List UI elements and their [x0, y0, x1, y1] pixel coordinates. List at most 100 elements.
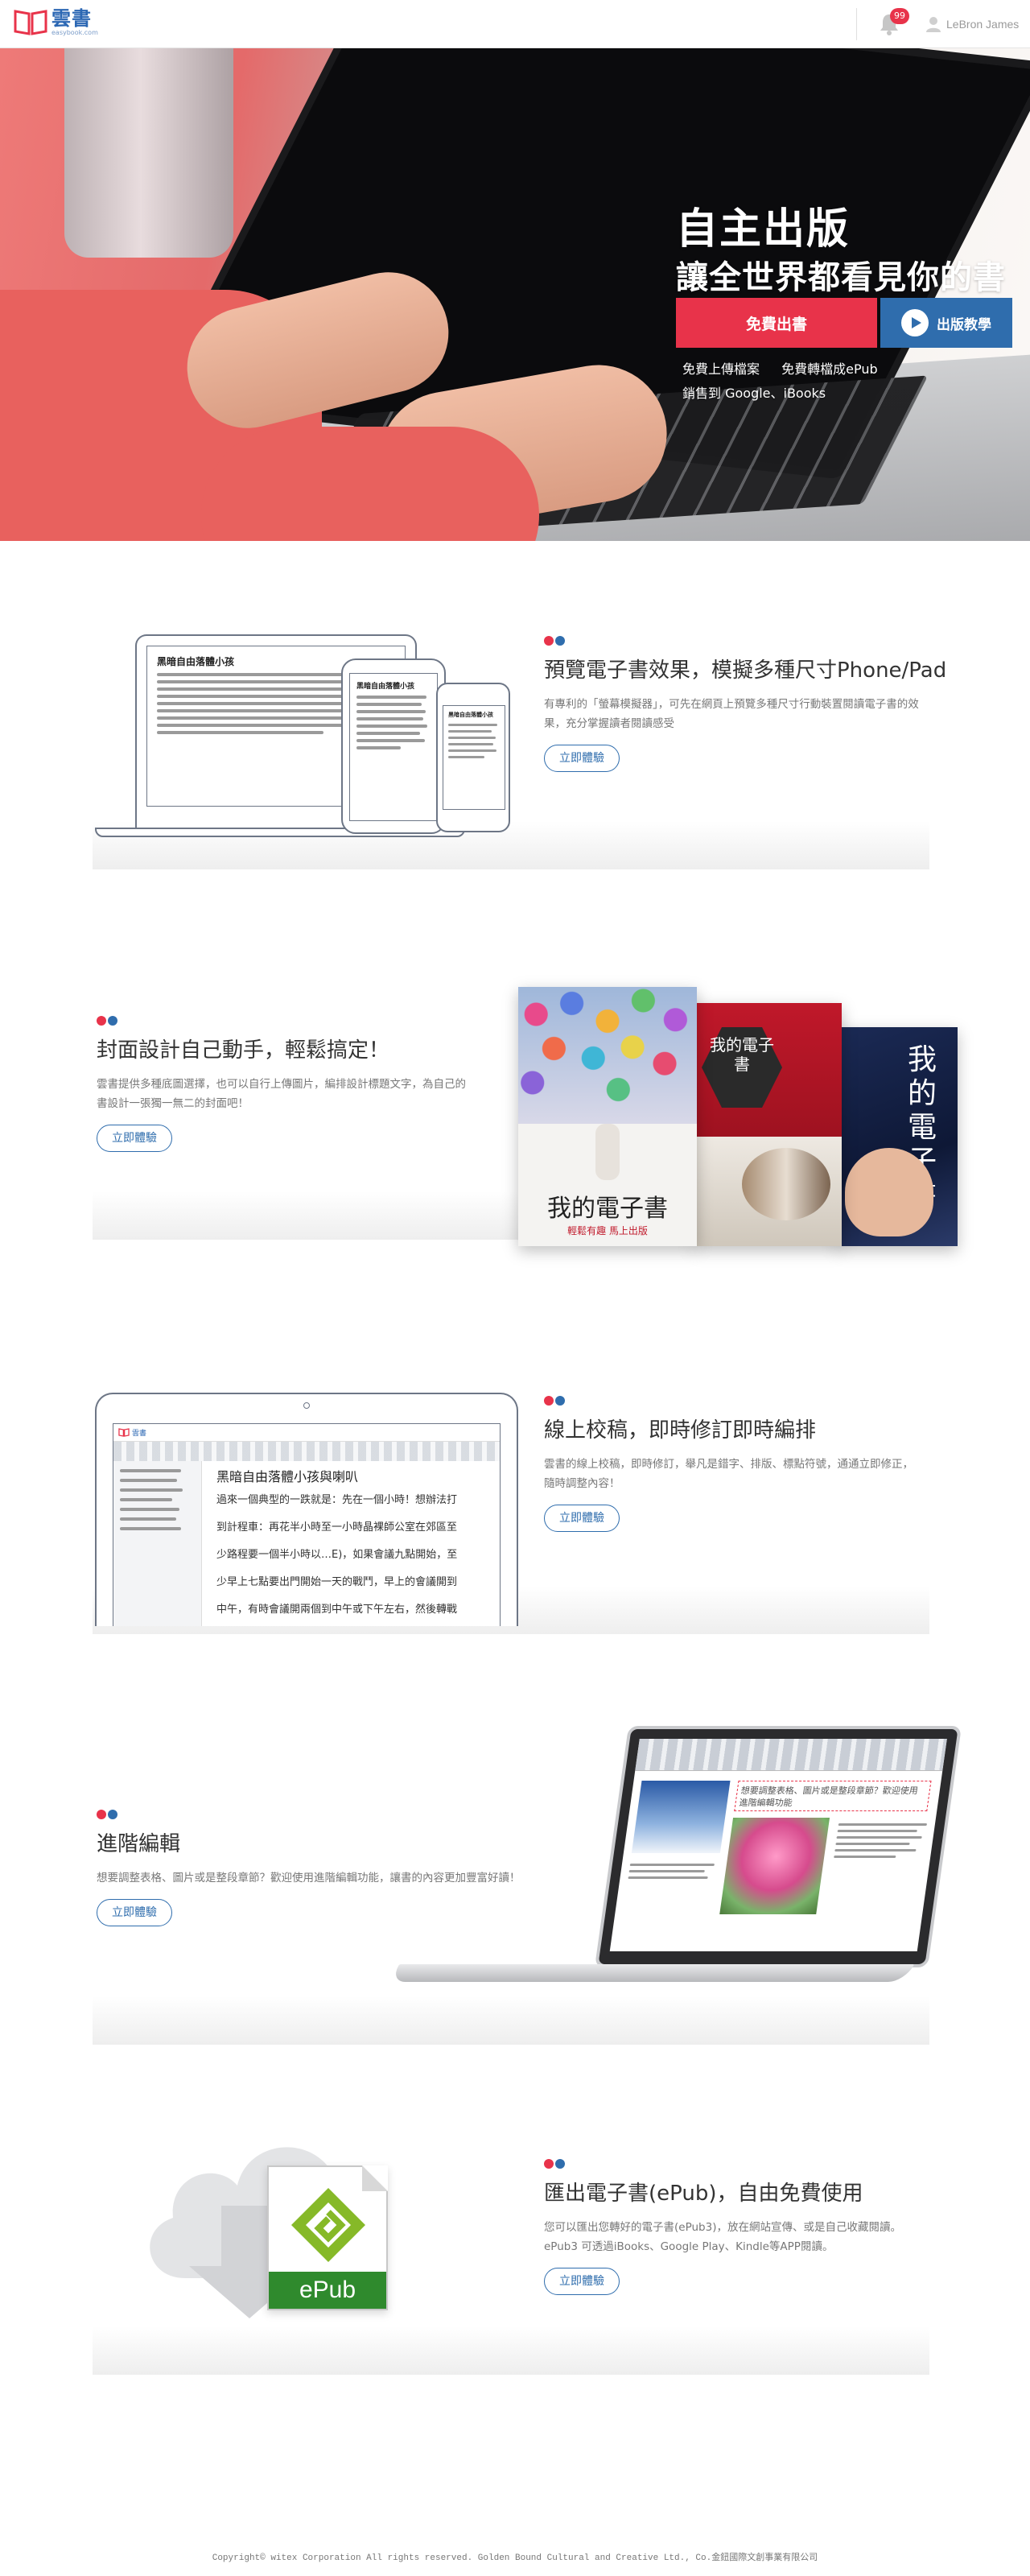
red-dot	[544, 1396, 554, 1406]
editor-topbar: 雲書	[113, 1424, 500, 1442]
cover-red: 我的電子書	[694, 1003, 842, 1246]
chapter-item[interactable]	[120, 1517, 176, 1521]
user-menu[interactable]: LeBron James	[925, 16, 1019, 32]
advanced-caption-block	[628, 1860, 719, 1883]
epub-file: ePub	[267, 2165, 388, 2310]
advanced-text-block	[833, 1819, 928, 1862]
section-dots	[97, 1810, 515, 1819]
red-dot	[544, 2159, 554, 2169]
doc-line	[448, 730, 492, 733]
feature-cover-title: 封面設計自己動手，輕鬆搞定！	[97, 1038, 390, 1063]
chapter-item[interactable]	[120, 1479, 177, 1482]
blue-dot	[555, 636, 565, 646]
section-dots	[544, 636, 962, 646]
editor-line: 少早上七點要出門開始一天的戰鬥，早上的會議開到	[216, 1576, 458, 1588]
feature-proofread-desc: 雲書的線上校稿，即時修訂，舉凡是錯字、排版、標點符號，通通立即修正，隨時調整內容…	[544, 1458, 913, 1490]
editor-toolbar[interactable]	[113, 1442, 500, 1461]
header-divider	[856, 8, 857, 40]
editor-chapter-list[interactable]	[113, 1461, 202, 1626]
chapter-item[interactable]	[120, 1527, 182, 1530]
feature-advanced-text: 進階編輯 想要調整表格、圖片或是整段章節？歡迎使用進階編輯功能，讓書的內容更加豐…	[97, 1810, 521, 1926]
doc-line	[835, 1843, 911, 1845]
epub-logo-icon	[291, 2188, 365, 2262]
editor-line: 到計程車：再花半小時至一小時晶裸師公室在郊區至	[216, 1521, 458, 1534]
user-name: LeBron James	[946, 18, 1020, 31]
book-logo-icon	[118, 1428, 130, 1437]
laptop-editor-screen: 想要調整表格、圖片或是整段章節？歡迎使用進階編輯功能	[609, 1739, 947, 1951]
tablet-camera	[303, 1402, 310, 1409]
advanced-mountain-image	[631, 1781, 731, 1853]
hero-banner: 自主出版 讓全世界都看見你的書 免費出書 出版教學 免費上傳檔案 免費轉檔成eP…	[0, 48, 1030, 541]
doc-line	[448, 756, 484, 758]
footer-copyright: Copyright© witex Corporation All rights …	[212, 2553, 818, 2563]
doc-line	[356, 703, 422, 706]
feature-advanced-try-button[interactable]: 立即體驗	[97, 1899, 172, 1926]
feature-cover-section: 封面設計自己動手，輕鬆搞定！ 雲書提供多種底圖選擇，也可以自行上傳圖片，編排設計…	[0, 966, 1030, 1256]
laptop-screen-frame: 想要調整表格、圖片或是整段章節？歡迎使用進階編輯功能	[594, 1726, 962, 1967]
publish-tutorial-button[interactable]: 出版教學	[880, 298, 1012, 348]
doc-line	[356, 724, 428, 728]
blue-dot	[108, 1016, 117, 1026]
book-logo-icon	[14, 9, 47, 35]
editor-line: 少路程要一個半小時以…E)，如果會議九點開始，至	[216, 1549, 458, 1561]
hero-feature-upload: 免費上傳檔案	[682, 361, 760, 377]
section-dots	[544, 2159, 962, 2169]
user-avatar-icon	[926, 17, 941, 32]
feature-preview-text: 預覽電子書效果，模擬多種尺寸Phone/Pad 有專利的「螢幕模擬器」，可先在網…	[544, 636, 962, 772]
cover-main-subtitle: 輕鬆有趣 馬上出版	[567, 1225, 648, 1236]
free-publish-button[interactable]: 免費出書	[676, 298, 877, 348]
doc-line	[157, 731, 324, 734]
feature-preview-try-button[interactable]: 立即體驗	[544, 745, 620, 772]
advanced-heading-box[interactable]: 想要調整表格、圖片或是整段章節？歡迎使用進階編輯功能	[734, 1781, 932, 1811]
section-dots	[544, 1396, 962, 1406]
cover-balloons-figure	[595, 1124, 620, 1180]
logo-name: 雲書	[52, 7, 92, 30]
hero-feature-sell: 銷售到 Google、iBooks	[682, 386, 826, 401]
hero-subtitle: 讓全世界都看見你的書	[676, 259, 1006, 296]
advanced-toolbar[interactable]	[635, 1739, 947, 1771]
doc-line	[628, 1870, 705, 1872]
editor-document[interactable]: 黑暗自由落體小孩與喇叭 過來一個典型的一跌就是：先在一個小時！想辦法打 到計程車…	[216, 1466, 490, 1624]
feature-export-desc: 您可以匯出您轉好的電子書(ePub3)，放在網站宣傳、或是自己收藏閱讀。ePub…	[544, 2221, 901, 2253]
doc-line	[356, 739, 425, 742]
tablet-landscape-mockup: 雲書 黑暗自由落體小孩與喇叭 過來一個典型的一跌就是：先在一個小時！想辦法打 到…	[95, 1393, 518, 1626]
editor-line: 過來一個典型的一跌就是：先在一個小時！想辦法打	[216, 1494, 458, 1506]
hero-title: 自主出版	[676, 205, 851, 254]
chapter-item[interactable]	[120, 1508, 180, 1511]
feature-cover-text: 封面設計自己動手，輕鬆搞定！ 雲書提供多種底圖選擇，也可以自行上傳圖片，編排設計…	[97, 1016, 515, 1152]
cover-red-title: 我的電子書	[710, 1035, 774, 1074]
play-icon	[901, 309, 929, 336]
editor-line: 中午，有時會議開兩個到中午或下午左右，然後轉戰	[216, 1604, 458, 1616]
doc-line	[448, 749, 497, 752]
feature-cover-try-button[interactable]: 立即體驗	[97, 1125, 172, 1152]
feature-preview-title: 預覽電子書效果，模擬多種尺寸Phone/Pad	[544, 658, 947, 683]
doc-line	[448, 724, 497, 726]
doc-line	[157, 680, 372, 683]
doc-line	[836, 1836, 922, 1839]
doc-line	[448, 743, 494, 745]
blue-dot	[555, 2159, 565, 2169]
feature-export-section: ePub 匯出電子書(ePub)，自由免費使用 您可以匯出您轉好的電子書(ePu…	[0, 2109, 1030, 2399]
chapter-item[interactable]	[120, 1488, 183, 1492]
doc-line	[356, 710, 426, 713]
red-dot	[97, 1810, 106, 1819]
feature-proofread-try-button[interactable]: 立即體驗	[544, 1505, 620, 1532]
editor-screen: 雲書 黑暗自由落體小孩與喇叭 過來一個典型的一跌就是：先在一個小時！想辦法打 到…	[113, 1423, 501, 1626]
chapter-item[interactable]	[120, 1469, 182, 1472]
feature-advanced-section: 進階編輯 想要調整表格、圖片或是整段章節？歡迎使用進階編輯功能，讓書的內容更加豐…	[0, 1715, 1030, 2061]
logo[interactable]: 雲書 easybook.com	[13, 8, 98, 36]
phone-mockup: 黑暗自由落體小孩	[436, 683, 510, 832]
section-floor	[93, 1996, 929, 2045]
doc-title-small: 黑暗自由落體小孩	[356, 683, 415, 691]
doc-line	[356, 732, 421, 735]
hero-feature-convert: 免費轉檔成ePub	[781, 361, 878, 377]
doc-line	[157, 716, 372, 720]
red-dot	[97, 1016, 106, 1026]
chapter-item[interactable]	[120, 1498, 173, 1501]
hero-feature-list: 免費上傳檔案 免費轉檔成ePub 銷售到 Google、iBooks	[682, 357, 896, 406]
feature-proofread-text: 線上校稿，即時修訂即時編排 雲書的線上校稿，即時修訂，舉凡是錯字、排版、標點符號…	[544, 1396, 962, 1532]
feature-export-try-button[interactable]: 立即體驗	[544, 2268, 620, 2295]
advanced-flower-image	[719, 1818, 830, 1914]
doc-line	[448, 737, 496, 739]
feature-proofread-title: 線上校稿，即時修訂即時編排	[544, 1418, 817, 1443]
